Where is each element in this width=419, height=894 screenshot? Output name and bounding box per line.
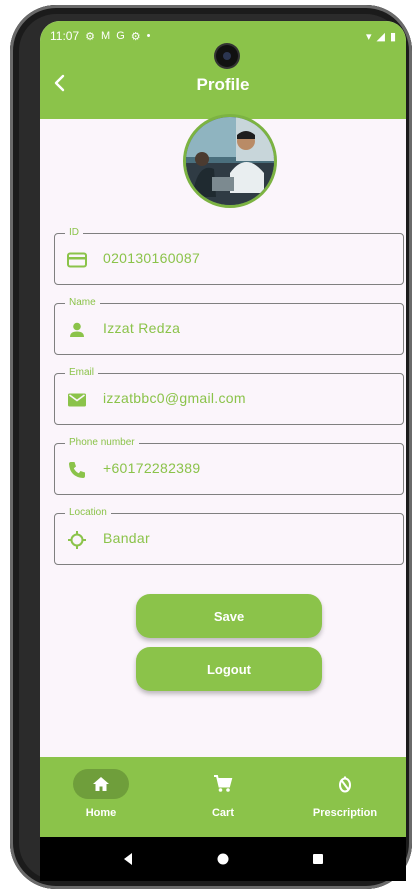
nav-cart-indicator bbox=[195, 769, 251, 799]
save-button[interactable]: Save bbox=[136, 594, 322, 638]
id-field-label: ID bbox=[65, 226, 83, 240]
prescription-icon bbox=[339, 776, 351, 793]
nav-prescription[interactable]: Prescription bbox=[284, 757, 406, 837]
card-icon bbox=[65, 248, 89, 272]
dot-icon: • bbox=[146, 29, 151, 42]
phone-frame: 11:07 ⚙ M G ⚙ • ▾ ◢ ▮ Profile ID 0201301… bbox=[10, 5, 412, 889]
name-field[interactable]: Name Izzat Redza bbox=[54, 296, 404, 355]
system-navigation-bar bbox=[40, 837, 406, 881]
bottom-navigation: Home Cart Prescription bbox=[40, 757, 406, 837]
home-icon bbox=[93, 777, 109, 791]
status-time: 11:07 bbox=[50, 29, 80, 43]
email-field-value: izzatbbc0@gmail.com bbox=[103, 390, 246, 406]
google-icon: G bbox=[116, 29, 125, 42]
phone-field-label: Phone number bbox=[65, 436, 139, 450]
email-field-label: Email bbox=[65, 366, 99, 380]
settings-icon: ⚙ bbox=[130, 30, 141, 43]
phone-icon bbox=[65, 458, 89, 482]
name-field-label: Name bbox=[65, 296, 100, 310]
system-home-icon[interactable] bbox=[216, 852, 230, 866]
person-icon bbox=[65, 318, 89, 342]
id-field-value: 020130160087 bbox=[103, 250, 201, 266]
wifi-icon: ▾ bbox=[365, 30, 372, 43]
app-screen: 11:07 ⚙ M G ⚙ • ▾ ◢ ▮ Profile ID 0201301… bbox=[40, 21, 406, 881]
location-field[interactable]: Location Bandar bbox=[54, 506, 404, 565]
mail-icon bbox=[65, 388, 89, 412]
location-icon bbox=[65, 528, 89, 552]
nav-home-label: Home bbox=[85, 807, 117, 819]
logout-button[interactable]: Logout bbox=[136, 647, 322, 691]
nav-home[interactable]: Home bbox=[40, 757, 162, 837]
signal-icon: ◢ bbox=[376, 30, 385, 43]
battery-icon: ▮ bbox=[389, 30, 396, 43]
avatar[interactable] bbox=[183, 114, 277, 208]
cart-icon bbox=[214, 775, 233, 792]
phone-field-value: +60172282389 bbox=[103, 460, 201, 476]
gear-icon: ⚙ bbox=[85, 30, 96, 43]
profile-photo bbox=[186, 117, 274, 205]
location-field-label: Location bbox=[65, 506, 111, 520]
system-recents-icon[interactable] bbox=[311, 852, 325, 866]
nav-prescription-label: Prescription bbox=[312, 807, 378, 819]
gmail-icon: M bbox=[101, 29, 111, 42]
name-field-value: Izzat Redza bbox=[103, 320, 181, 336]
system-back-icon[interactable] bbox=[121, 852, 135, 866]
nav-home-indicator bbox=[73, 769, 129, 799]
page-title: Profile bbox=[196, 75, 250, 94]
phone-field[interactable]: Phone number +60172282389 bbox=[54, 436, 404, 495]
nav-cart-label: Cart bbox=[211, 807, 234, 819]
location-field-value: Bandar bbox=[103, 530, 150, 546]
nav-prescription-indicator bbox=[317, 769, 373, 799]
id-field[interactable]: ID 020130160087 bbox=[54, 226, 404, 285]
email-field[interactable]: Email izzatbbc0@gmail.com bbox=[54, 366, 404, 425]
front-camera bbox=[216, 45, 238, 67]
nav-cart[interactable]: Cart bbox=[162, 757, 284, 837]
